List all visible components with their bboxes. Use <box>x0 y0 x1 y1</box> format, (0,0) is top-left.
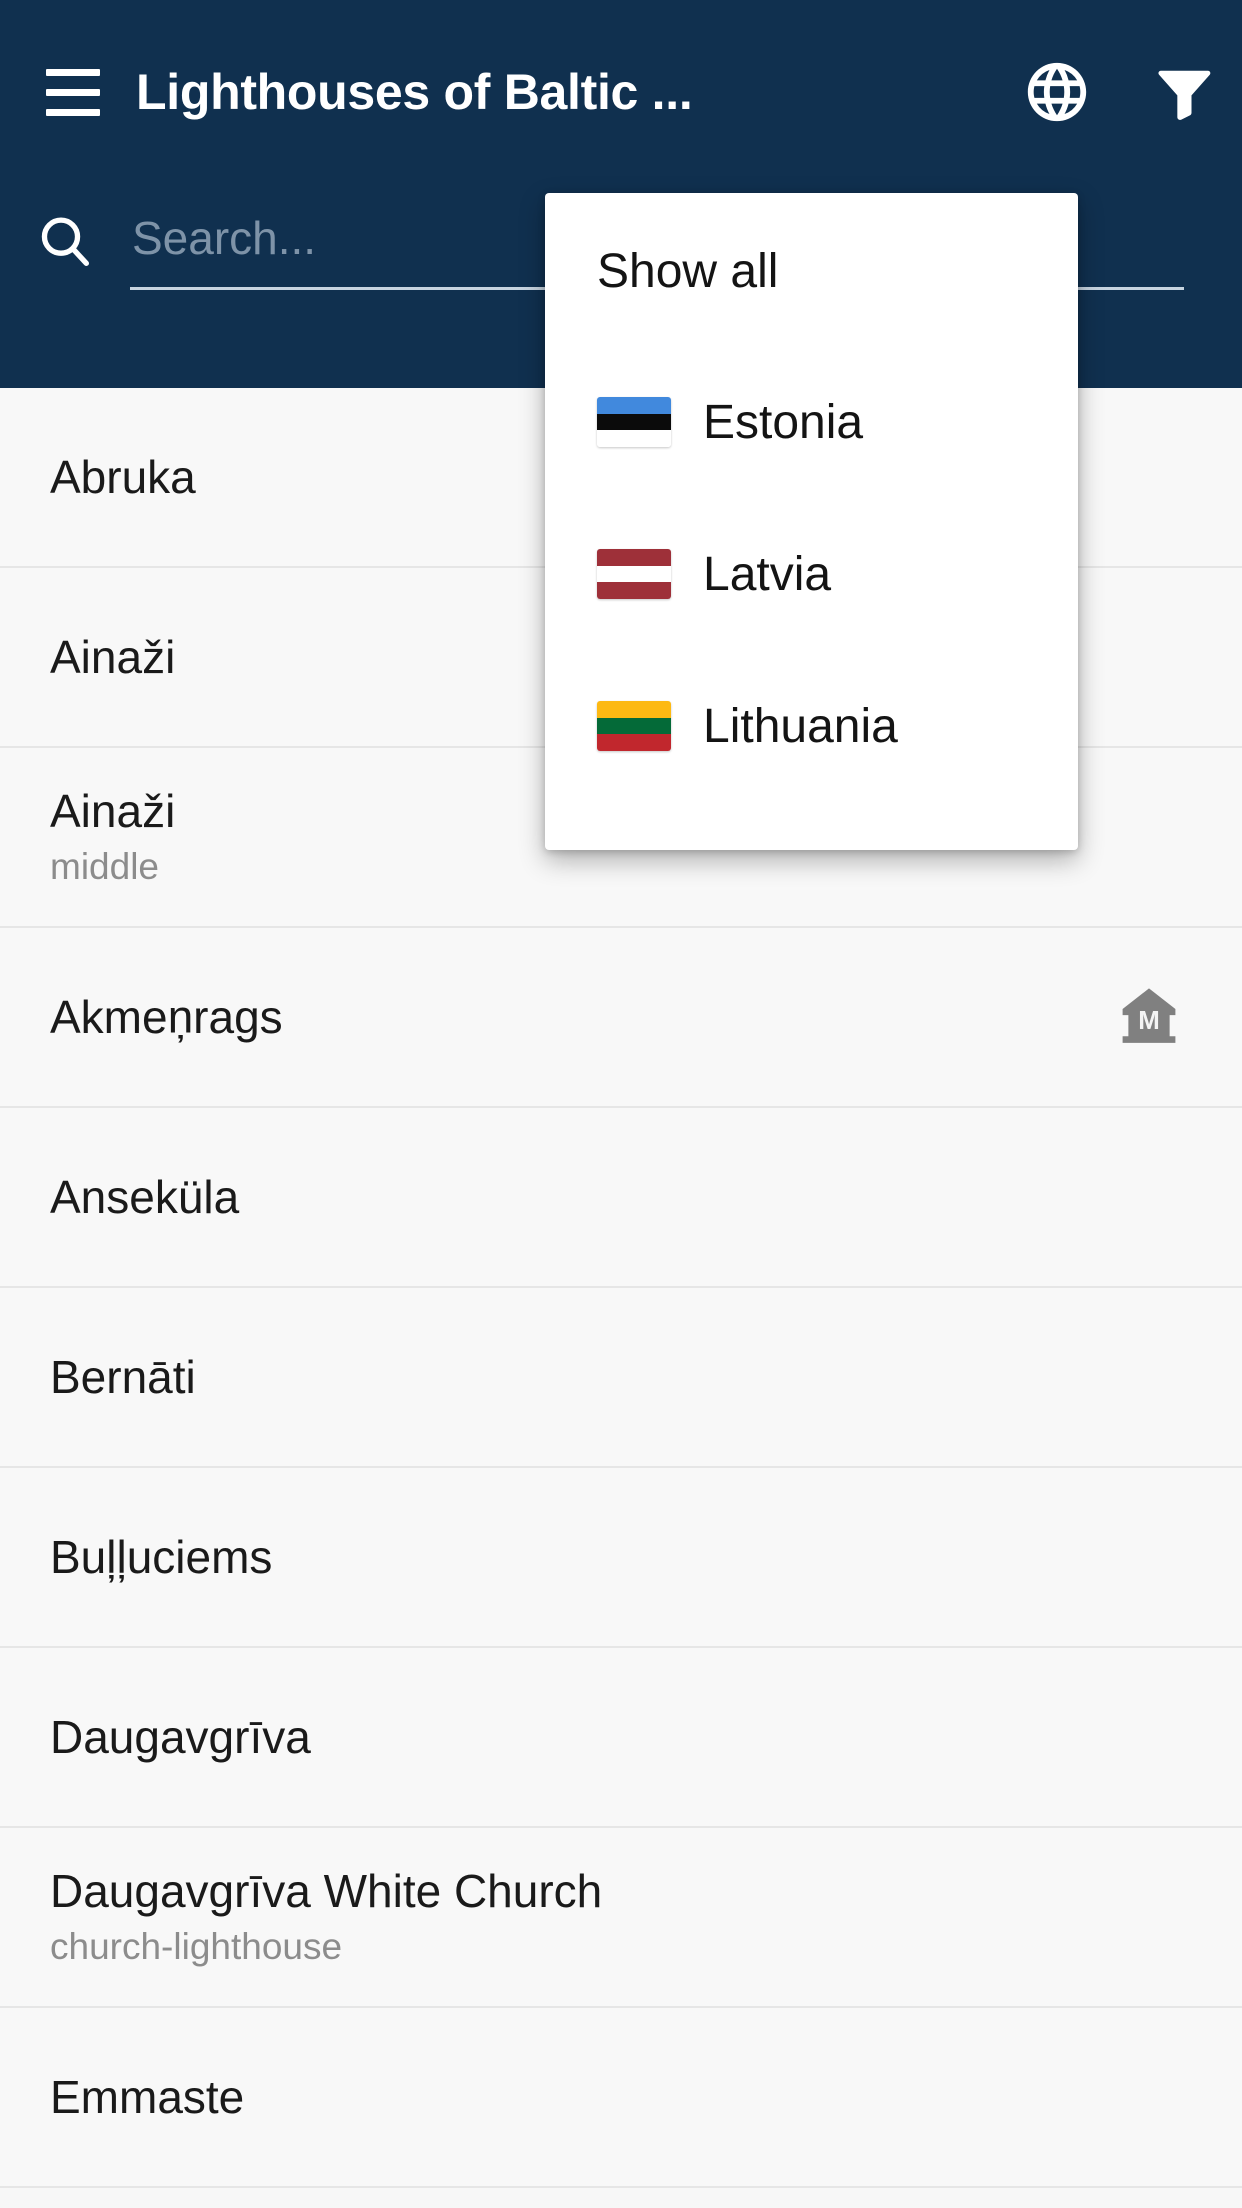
list-item-title: Bernāti <box>50 1350 196 1403</box>
menu-item-show-all[interactable]: Show all <box>545 196 1078 346</box>
list-item-subtitle: middle <box>50 846 159 887</box>
app-bar-top-row: Lighthouses of Baltic ... <box>0 36 1242 148</box>
list-item-badge: M <box>1116 984 1182 1050</box>
search-button[interactable] <box>0 190 130 286</box>
list-item-title: Emmaste <box>50 2070 245 2123</box>
list-item[interactable]: Akmeņrags M <box>0 928 1242 1108</box>
page-title: Lighthouses of Baltic ... <box>136 64 693 120</box>
list-item-subtitle: church-lighthouse <box>50 1926 343 1967</box>
menu-item-label: Latvia <box>703 547 832 601</box>
menu-item-label: Estonia <box>703 395 864 449</box>
list-item-texts: Akmeņrags <box>50 990 1116 1044</box>
list-item-texts: Daugavgrīva White Church church-lighthous… <box>50 1864 1192 1971</box>
estonia-flag-icon <box>597 397 671 447</box>
search-icon <box>41 217 89 266</box>
list-item-title: Anseküla <box>50 1170 240 1223</box>
country-filter-menu[interactable]: Show all Estonia Latvia Lithuania <box>545 193 1078 850</box>
globe-icon <box>1027 62 1087 122</box>
hamburger-menu-button[interactable] <box>18 36 128 148</box>
museum-icon: M <box>1122 988 1176 1043</box>
funnel-filter-icon <box>1158 70 1211 120</box>
list-item-texts: Buļļuciems <box>50 1530 1192 1584</box>
filter-button[interactable] <box>1146 55 1220 129</box>
lithuania-flag-icon <box>597 701 671 751</box>
svg-text:M: M <box>1138 1007 1160 1035</box>
menu-item-label: Show all <box>597 244 779 298</box>
list-item[interactable]: Anseküla <box>0 1108 1242 1288</box>
list-item-texts: Daugavgrīva <box>50 1710 1192 1764</box>
menu-item-label: Lithuania <box>703 699 898 753</box>
language-button[interactable] <box>1020 55 1094 129</box>
list-item-texts: Emmaste <box>50 2070 1192 2124</box>
list-item[interactable]: Daugavgrīva <box>0 1648 1242 1828</box>
list-item[interactable]: Buļļuciems <box>0 1468 1242 1648</box>
list-item-title: Akmeņrags <box>50 990 283 1043</box>
list-item[interactable]: Daugavgrīva White Church church-lighthous… <box>0 1828 1242 2008</box>
hamburger-menu-icon <box>46 68 100 116</box>
list-item[interactable]: Emmaste <box>0 2008 1242 2188</box>
menu-item-lithuania[interactable]: Lithuania <box>545 650 1078 802</box>
list-item-title: Daugavgrīva <box>50 1710 311 1763</box>
list-item-title: Daugavgrīva White Church <box>50 1864 603 1917</box>
latvia-flag-icon <box>597 549 671 599</box>
app-bar-actions <box>1020 55 1220 129</box>
menu-item-estonia[interactable]: Estonia <box>545 346 1078 498</box>
list-item-title: Buļļuciems <box>50 1530 273 1583</box>
menu-item-latvia[interactable]: Latvia <box>545 498 1078 650</box>
app-root: Lighthouses of Baltic ... Search... Abru… <box>0 0 1242 2208</box>
list-item-texts: Bernāti <box>50 1350 1192 1404</box>
list-item[interactable]: Bernāti <box>0 1288 1242 1468</box>
list-item-texts: Anseküla <box>50 1170 1192 1224</box>
